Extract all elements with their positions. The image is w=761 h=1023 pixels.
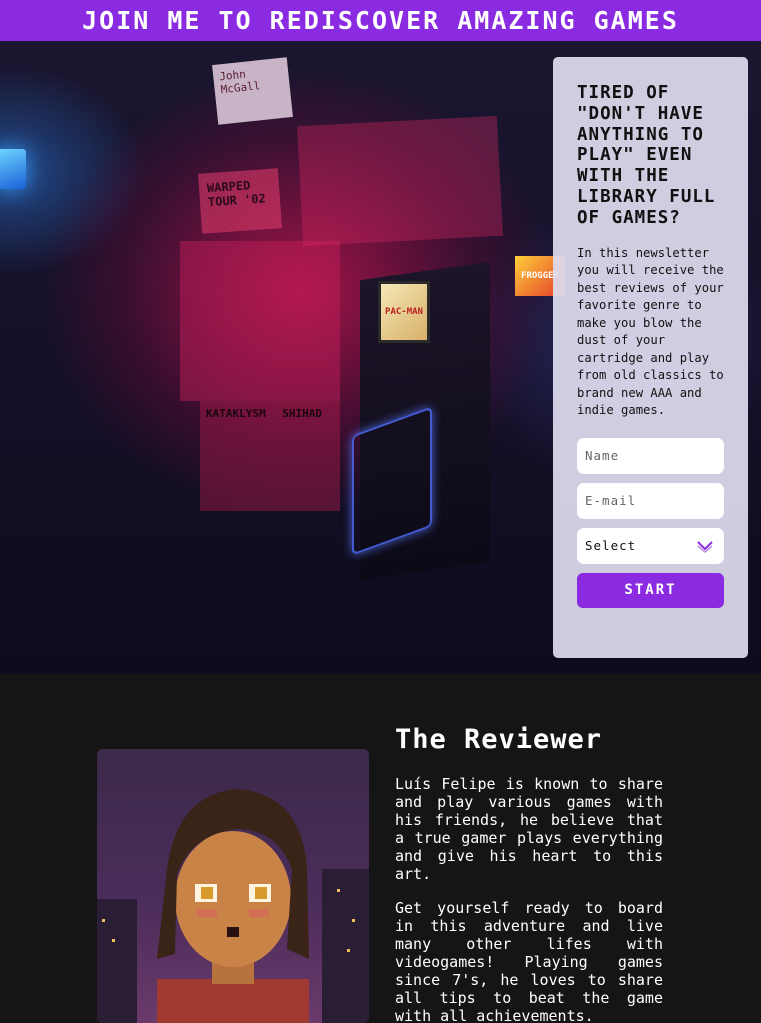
poster-collage-1 bbox=[180, 241, 340, 401]
arcade-screen-decor: PAC-MAN bbox=[378, 281, 430, 343]
poster-warped-tour: WARPED TOUR '02 bbox=[198, 168, 282, 234]
reviewer-avatar bbox=[97, 749, 369, 1023]
reviewer-title: The Reviewer bbox=[395, 724, 603, 755]
glowing-tv-decor bbox=[0, 149, 26, 189]
newsletter-heading: TIRED OF "DON'T HAVE ANYTHING TO PLAY" E… bbox=[577, 83, 716, 228]
bio-paragraph: Get yourself ready to board in this adve… bbox=[395, 899, 663, 1023]
newsletter-card: TIRED OF "DON'T HAVE ANYTHING TO PLAY" E… bbox=[553, 57, 748, 658]
start-button[interactable]: START bbox=[577, 572, 724, 608]
poster-text: KATAKLYSM bbox=[206, 407, 266, 420]
banner-title: JOIN ME TO REDISCOVER AMAZING GAMES bbox=[82, 6, 679, 35]
email-input[interactable] bbox=[577, 482, 724, 519]
poster-text: WARPED TOUR '02 bbox=[206, 178, 267, 210]
reviewer-section: The Reviewer Luís Felipe is known to sha… bbox=[0, 674, 761, 1023]
poster-collage-2 bbox=[296, 115, 504, 247]
reviewer-bio: Luís Felipe is known to share and play v… bbox=[395, 775, 663, 1023]
poster-collage-3: KATAKLYSM SHIHAD bbox=[200, 401, 340, 511]
poster-text: SHIHAD bbox=[282, 407, 322, 420]
arcade-screen-text: PAC-MAN bbox=[385, 307, 423, 317]
chevron-down-icon bbox=[697, 540, 713, 553]
poster-john-mcgall: John McGall bbox=[212, 57, 293, 125]
newsletter-description: In this newsletter you will receive the … bbox=[577, 245, 724, 418]
genre-select[interactable]: Select bbox=[577, 527, 724, 564]
top-banner: JOIN ME TO REDISCOVER AMAZING GAMES bbox=[0, 0, 761, 41]
poster-text: John McGall bbox=[218, 67, 261, 97]
bio-paragraph: Luís Felipe is known to share and play v… bbox=[395, 775, 663, 883]
name-input[interactable] bbox=[577, 437, 724, 474]
pixel-portrait-image bbox=[97, 789, 369, 1023]
genre-select-value: Select bbox=[585, 538, 637, 554]
